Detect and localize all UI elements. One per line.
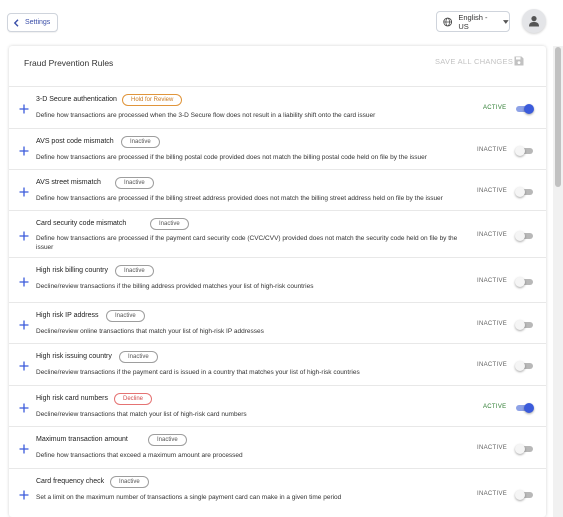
globe-icon <box>443 17 453 26</box>
card-header: Fraud Prevention Rules SAVE ALL CHANGES <box>9 46 546 86</box>
rule-description: Decline/review online transactions that … <box>36 328 264 335</box>
rule-status-label: ACTIVE <box>483 105 507 111</box>
rule-description: Decline/review transactions if the payme… <box>36 369 360 376</box>
chevron-left-icon <box>13 18 19 27</box>
toggle-thumb <box>515 231 525 241</box>
rule-status-label: INACTIVE <box>477 188 508 194</box>
toggle-thumb <box>515 277 525 287</box>
rule-description: Set a limit on the maximum number of tra… <box>36 494 342 501</box>
toggle-thumb <box>515 320 525 330</box>
language-label: English - US <box>458 12 488 31</box>
save-all-changes-button[interactable]: SAVE ALL CHANGES <box>435 57 513 66</box>
toggle-thumb <box>515 444 525 454</box>
rule-status-label: INACTIVE <box>477 491 508 497</box>
fraud-rules-card: Fraud Prevention Rules SAVE ALL CHANGES … <box>9 46 546 517</box>
rule-description: Define how transactions are processed if… <box>36 235 458 251</box>
plus-icon[interactable] <box>19 403 29 413</box>
rule-action-chip: Inactive <box>110 476 149 488</box>
rule-action-chip: Decline <box>114 393 153 405</box>
plus-icon[interactable] <box>19 361 29 371</box>
rule-description: Define how transactions are processed if… <box>36 154 427 161</box>
rule-toggle[interactable] <box>515 490 534 500</box>
toggle-thumb <box>515 187 525 197</box>
plus-icon[interactable] <box>19 104 29 114</box>
rule-name: High risk card numbers <box>36 395 108 402</box>
rule-description: Define how transactions that exceed a ma… <box>36 452 243 459</box>
rule-toggle[interactable] <box>515 187 534 197</box>
rule-name: High risk IP address <box>36 312 99 319</box>
rule-toggle[interactable] <box>515 361 534 371</box>
rule-row: High risk billing country Inactive Decline… <box>9 257 546 302</box>
rule-toggle[interactable] <box>515 231 534 241</box>
rule-action-chip: Hold for Review <box>122 94 183 106</box>
rule-toggle[interactable] <box>515 146 534 156</box>
rule-action-chip: Inactive <box>115 265 154 277</box>
plus-icon[interactable] <box>19 187 29 197</box>
rule-row: High risk issuing country Inactive Decline… <box>9 343 546 385</box>
rule-name: High risk issuing country <box>36 353 112 360</box>
toggle-thumb <box>515 146 525 156</box>
rule-action-chip: Inactive <box>148 434 187 446</box>
rule-description: Define how transactions are processed wh… <box>36 112 376 119</box>
page-title: Fraud Prevention Rules <box>24 58 114 68</box>
rule-description: Define how transactions are processed if… <box>36 195 443 202</box>
plus-icon[interactable] <box>19 490 29 500</box>
toggle-thumb <box>515 490 525 500</box>
rule-status-label: INACTIVE <box>477 321 508 327</box>
rule-status-label: INACTIVE <box>477 232 508 238</box>
plus-icon[interactable] <box>19 231 29 241</box>
rule-name: 3-D Secure authentication <box>36 96 117 103</box>
language-selector[interactable]: English - US <box>436 11 510 32</box>
rule-row: Card frequency check Inactive Set a limit … <box>9 468 546 517</box>
plus-icon[interactable] <box>19 277 29 287</box>
rule-name: Card security code mismatch <box>36 220 127 227</box>
plus-icon[interactable] <box>19 146 29 156</box>
rule-name: Maximum transaction amount <box>36 436 128 443</box>
top-bar: Settings English - US <box>0 0 563 42</box>
rule-action-chip: Inactive <box>115 177 154 189</box>
page-scrollbar[interactable] <box>553 46 563 517</box>
toggle-thumb <box>515 361 525 371</box>
save-icon[interactable] <box>514 56 524 66</box>
rule-action-chip: Inactive <box>150 218 189 230</box>
rule-row: Card security code mismatch Inactive Defin… <box>9 210 546 257</box>
rule-name: AVS street mismatch <box>36 179 101 186</box>
toggle-thumb <box>524 403 534 413</box>
rule-name: AVS post code mismatch <box>36 138 114 145</box>
user-avatar-button[interactable] <box>522 9 546 33</box>
back-button-label: Settings <box>25 19 51 26</box>
rule-status-label: INACTIVE <box>477 147 508 153</box>
rule-description: Decline/review transactions that match y… <box>36 411 247 418</box>
rule-toggle[interactable] <box>515 104 534 114</box>
rule-row: 3-D Secure authentication Hold for Review… <box>9 86 546 128</box>
rule-toggle[interactable] <box>515 444 534 454</box>
back-to-settings-button[interactable]: Settings <box>7 13 58 32</box>
rule-row: High risk IP address Inactive Decline/revi… <box>9 302 546 343</box>
rule-toggle[interactable] <box>515 277 534 287</box>
rule-name: Card frequency check <box>36 478 105 485</box>
rule-status-label: INACTIVE <box>477 278 508 284</box>
user-icon <box>529 16 539 27</box>
rule-row: AVS street mismatch Inactive Define how tr… <box>9 169 546 210</box>
rule-name: High risk billing country <box>36 267 108 274</box>
rule-status-label: ACTIVE <box>483 404 507 410</box>
scrollbar-thumb[interactable] <box>555 47 561 187</box>
rule-toggle[interactable] <box>515 403 534 413</box>
rule-action-chip: Inactive <box>121 136 160 148</box>
rule-row: High risk card numbers Decline Decline/rev… <box>9 385 546 426</box>
rule-row: AVS post code mismatch Inactive Define how… <box>9 128 546 169</box>
toggle-thumb <box>524 104 534 114</box>
plus-icon[interactable] <box>19 444 29 454</box>
rule-status-label: INACTIVE <box>477 445 508 451</box>
caret-down-icon <box>503 19 509 24</box>
rule-action-chip: Inactive <box>119 351 158 363</box>
rule-action-chip: Inactive <box>106 310 145 322</box>
rule-status-label: INACTIVE <box>477 362 508 368</box>
rule-toggle[interactable] <box>515 320 534 330</box>
plus-icon[interactable] <box>19 320 29 330</box>
rule-description: Decline/review transactions if the billi… <box>36 283 314 290</box>
rule-row: Maximum transaction amount Inactive Define… <box>9 426 546 468</box>
